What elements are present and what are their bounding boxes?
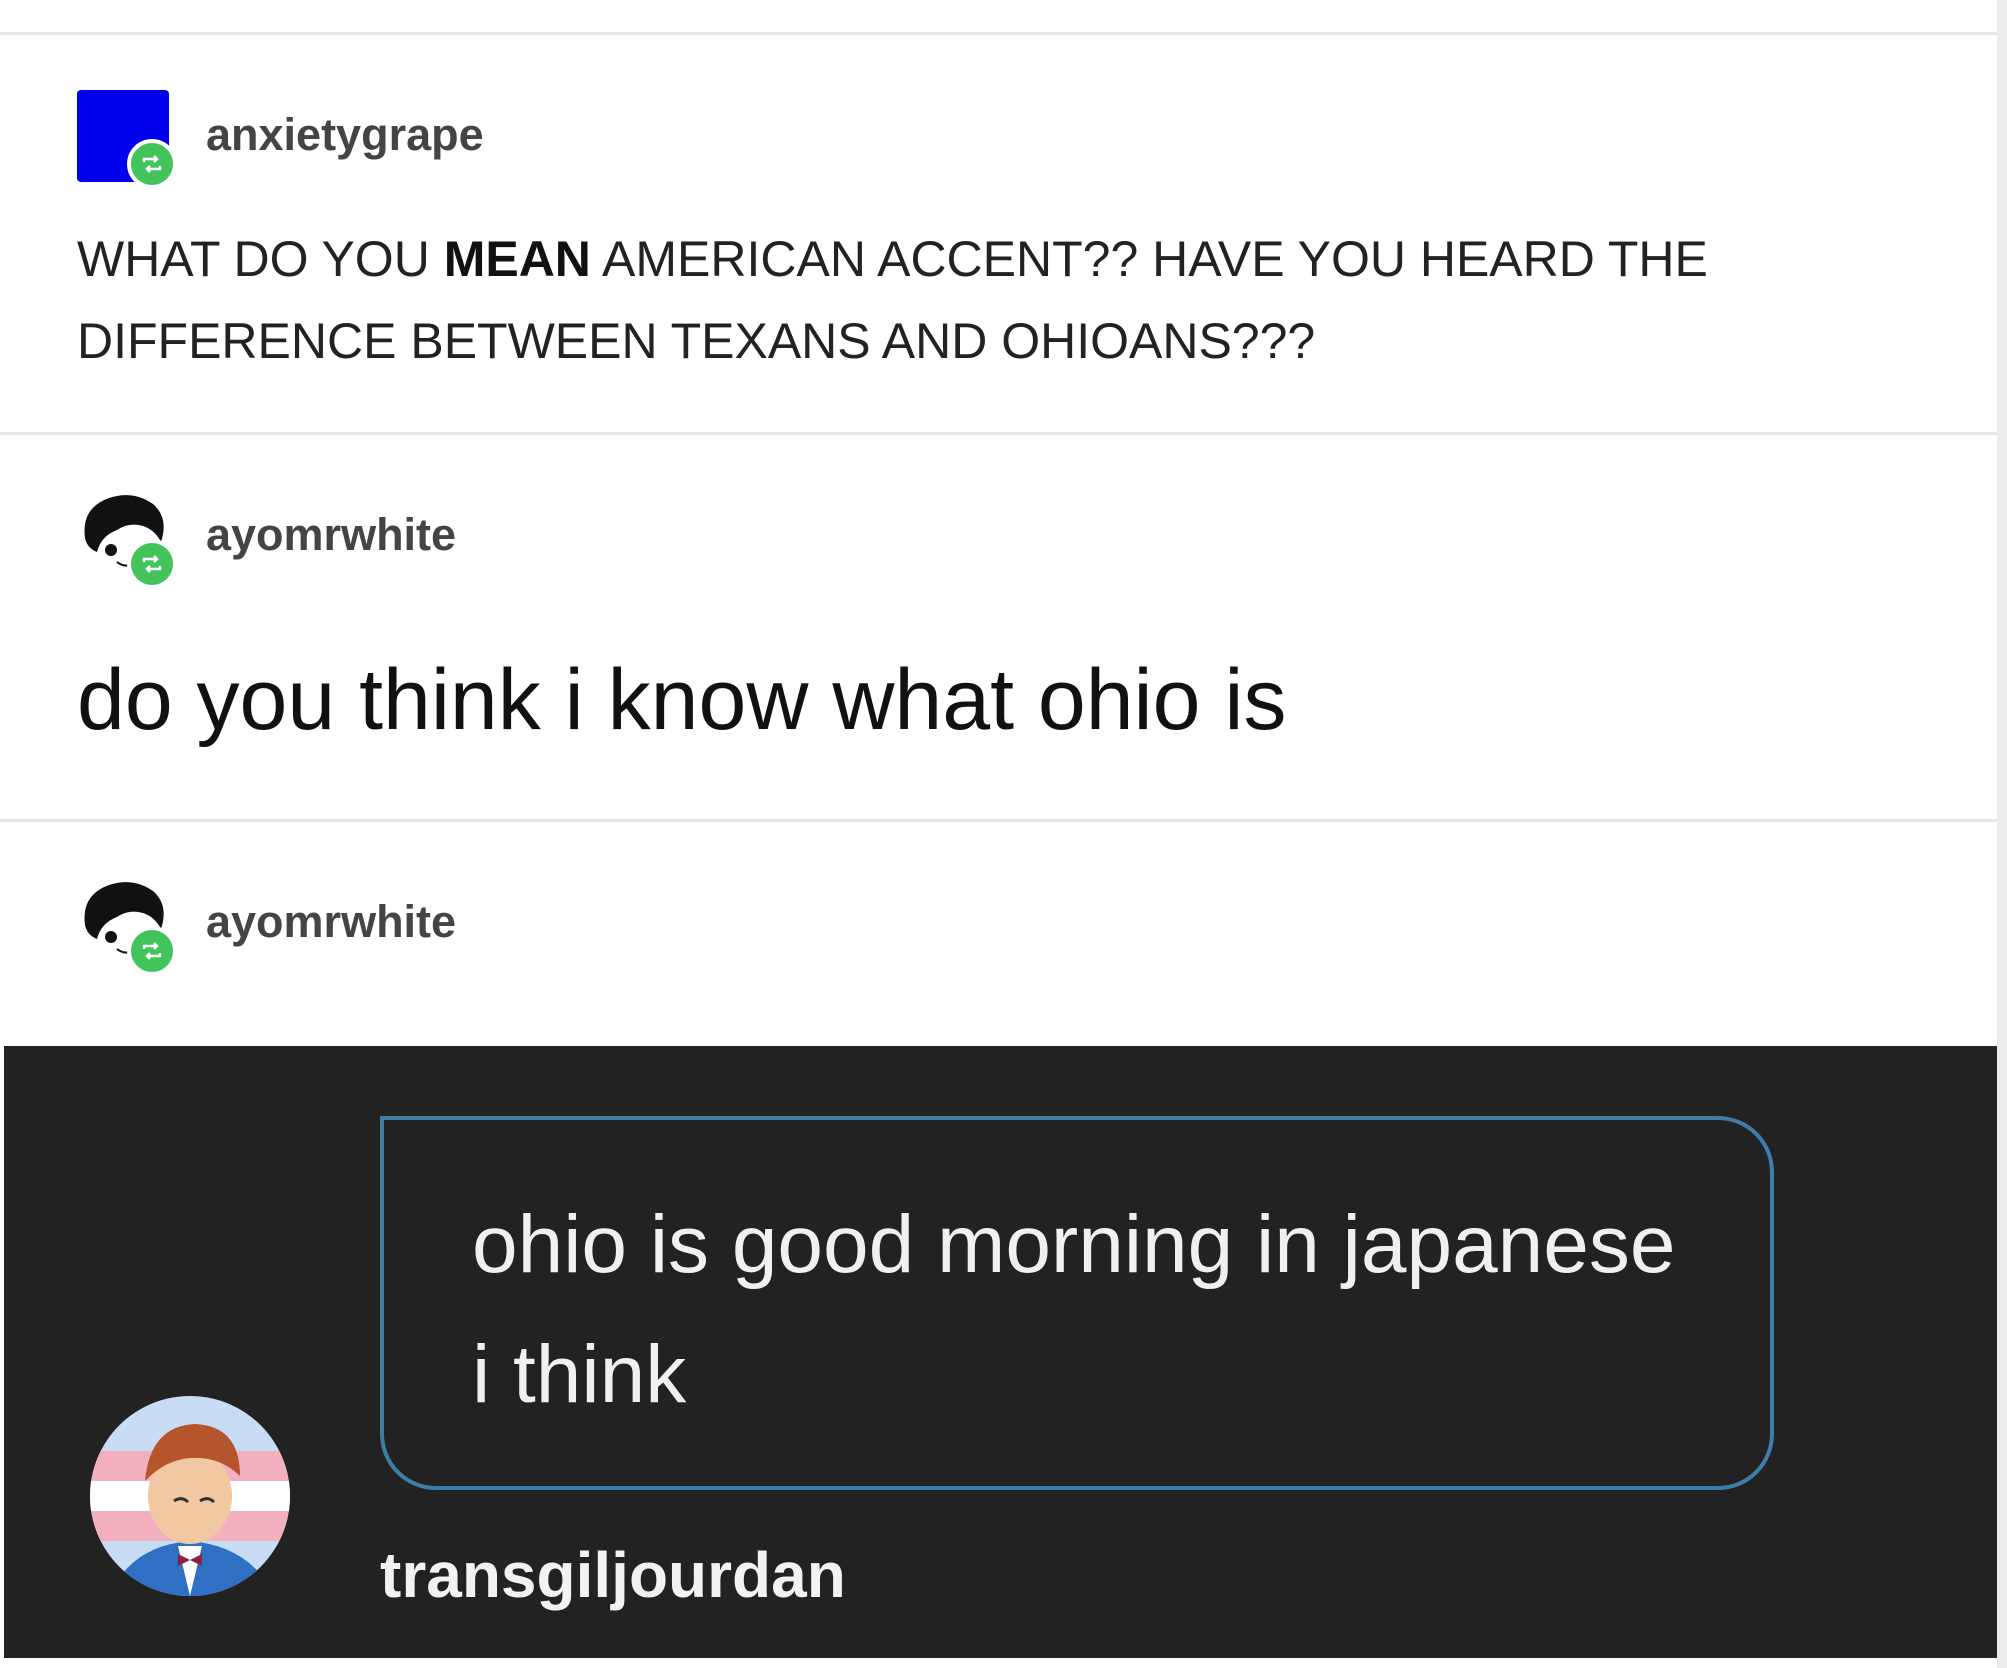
scroll-edge [1997, 0, 2007, 1668]
post-text-bold: MEAN [443, 231, 591, 287]
top-divider [0, 0, 2000, 35]
reblog-icon [127, 926, 177, 976]
commenter-avatar[interactable] [90, 1396, 290, 1596]
post-ayomrwhite-2: ayomrwhite [0, 822, 1997, 1046]
reblog-icon [127, 539, 177, 589]
reblog-icon [127, 139, 177, 189]
username[interactable]: anxietygrape [206, 109, 484, 161]
post-text: WHAT DO YOU MEAN AMERICAN ACCENT?? HAVE … [77, 218, 1777, 382]
commenter-username[interactable]: transgiljourdan [380, 1538, 846, 1612]
username[interactable]: ayomrwhite [206, 509, 456, 561]
post-anxietygrape: anxietygrape WHAT DO YOU MEAN AMERICAN A… [0, 35, 1997, 432]
post-text-part: WHAT DO YOU [77, 231, 444, 287]
post-text: do you think i know what ohio is [77, 652, 1287, 748]
username[interactable]: ayomrwhite [206, 896, 456, 948]
comment-text: ohio is good morning in japanese i think [472, 1199, 1676, 1420]
post-ayomrwhite-1: ayomrwhite do you think i know what ohio… [0, 435, 1997, 819]
comment-bubble: ohio is good morning in japanese i think [380, 1116, 1774, 1490]
